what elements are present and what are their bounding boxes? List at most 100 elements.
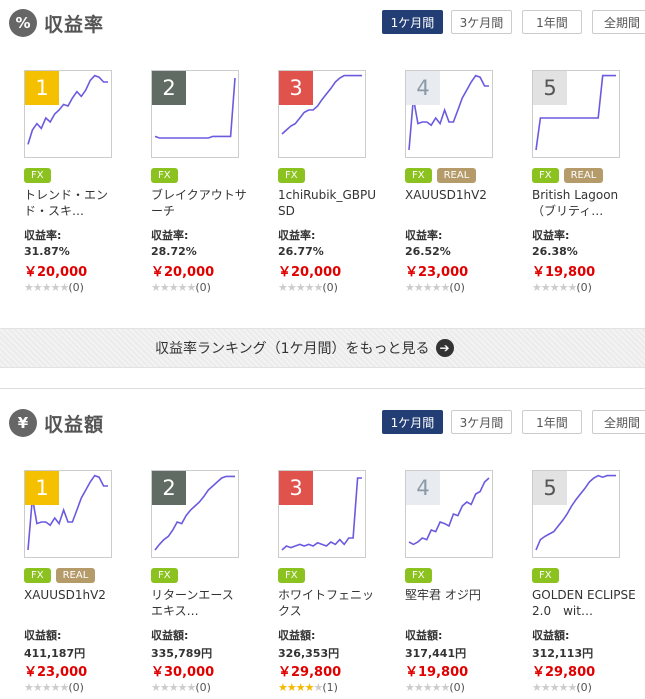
arrow-right-icon: ➔	[435, 339, 454, 357]
equity-chart[interactable]: 2	[151, 70, 239, 158]
metric-value: 28.72%	[151, 245, 197, 258]
yen-icon: ¥	[9, 409, 37, 437]
product-name[interactable]: 堅牢君 オジ円	[405, 587, 509, 621]
section-divider	[0, 388, 645, 389]
star-icon: ★	[286, 681, 297, 694]
product-badges: FX REAL	[24, 568, 96, 583]
star-icon: ★	[32, 681, 43, 694]
star-icon: ★	[295, 281, 306, 294]
metric-label: 収益率:	[405, 229, 443, 242]
product-name[interactable]: リターンエース エキス…	[151, 587, 255, 621]
product-name[interactable]: British Lagoon（ブリティ…	[532, 187, 636, 221]
product-name[interactable]: ブレイクアウトサーチ	[151, 187, 255, 221]
metric-label: 収益率:	[532, 229, 570, 242]
product-badges: FX	[151, 168, 178, 183]
fx-badge: FX	[278, 168, 305, 183]
review-count: (0)	[68, 281, 84, 294]
review-count: (0)	[576, 281, 592, 294]
metric-value: 26.38%	[532, 245, 578, 258]
rank-badge: 4	[406, 471, 440, 505]
real-badge: REAL	[55, 568, 96, 583]
fx-badge: FX	[151, 568, 178, 583]
product-name[interactable]: XAUUSD1hV2	[405, 187, 509, 221]
star-icon: ★	[422, 281, 433, 294]
star-icon: ★	[177, 681, 188, 694]
star-icon: ★	[32, 281, 43, 294]
product-price: ￥23,000	[405, 265, 469, 280]
equity-chart[interactable]: 3	[278, 470, 366, 558]
review-count: (0)	[195, 681, 211, 694]
equity-chart[interactable]: 4	[405, 70, 493, 158]
tab-1-month[interactable]: 1ケ月間	[382, 10, 443, 34]
star-icon: ★	[540, 681, 551, 694]
star-icon: ★	[532, 281, 542, 294]
product-badges: FX	[278, 168, 305, 183]
equity-chart[interactable]: 4	[405, 470, 493, 558]
equity-chart[interactable]: 2	[151, 470, 239, 558]
equity-chart[interactable]: 5	[532, 70, 620, 158]
star-icon: ★	[50, 281, 61, 294]
star-icon: ★	[304, 281, 315, 294]
star-icon: ★	[168, 681, 179, 694]
star-icons: ★★★★★	[405, 281, 450, 294]
rate-section-header: % 収益率 1ケ月間 3ケ月間 1年間 全期間	[0, 0, 645, 46]
star-icon: ★	[24, 681, 34, 694]
star-icons: ★★★★★	[24, 681, 69, 694]
product-name[interactable]: 1chiRubik_GBPUSD	[278, 187, 382, 221]
star-icon: ★	[532, 681, 542, 694]
metric-label: 収益額:	[278, 629, 316, 642]
star-icon: ★	[549, 281, 560, 294]
star-icon: ★	[151, 281, 161, 294]
product-price: ￥20,000	[151, 265, 215, 280]
tab-1-year[interactable]: 1年間	[522, 10, 582, 34]
metric-label: 収益額:	[405, 629, 443, 642]
star-icon: ★	[159, 681, 170, 694]
tab-all-time[interactable]: 全期間	[592, 10, 645, 34]
star-icon: ★	[24, 281, 34, 294]
equity-chart[interactable]: 3	[278, 70, 366, 158]
review-count: (1)	[322, 681, 338, 694]
rank-badge: 3	[279, 71, 313, 105]
star-rating: ★★★★★(0)	[532, 681, 592, 694]
product-name[interactable]: トレンド・エンド・スキ…	[24, 187, 128, 221]
product-badges: FX	[405, 568, 432, 583]
star-icon: ★	[177, 281, 188, 294]
section-title: 収益額	[44, 414, 105, 436]
real-badge: REAL	[563, 168, 604, 183]
star-icons: ★★★★★	[532, 681, 577, 694]
equity-chart[interactable]: 1	[24, 470, 112, 558]
fx-badge: FX	[151, 168, 178, 183]
star-icon: ★	[558, 681, 569, 694]
tab-1-year[interactable]: 1年間	[522, 410, 582, 434]
equity-chart[interactable]: 1	[24, 70, 112, 158]
star-icon: ★	[278, 681, 288, 694]
amount-section-header: ¥ 収益額 1ケ月間 3ケ月間 1年間 全期間	[0, 400, 645, 446]
product-name[interactable]: ホワイトフェニックス	[278, 587, 382, 621]
rank-badge: 5	[533, 471, 567, 505]
product-price: ￥20,000	[24, 265, 88, 280]
tab-3-months[interactable]: 3ケ月間	[451, 410, 512, 434]
fx-badge: FX	[532, 168, 559, 183]
product-price: ￥29,800	[532, 665, 596, 680]
fx-badge: FX	[405, 168, 432, 183]
product-name[interactable]: GOLDEN ECLIPSE2.0 wit…	[532, 587, 636, 621]
star-icon: ★	[304, 681, 315, 694]
review-count: (0)	[195, 281, 211, 294]
fx-badge: FX	[405, 568, 432, 583]
tab-3-months[interactable]: 3ケ月間	[451, 10, 512, 34]
star-icon: ★	[295, 681, 306, 694]
star-icon: ★	[413, 681, 424, 694]
equity-chart[interactable]: 5	[532, 470, 620, 558]
star-icons: ★★★★★	[151, 681, 196, 694]
review-count: (0)	[449, 681, 465, 694]
star-icon: ★	[50, 681, 61, 694]
more-ranking-link[interactable]: 収益率ランキング（1ケ月間）をもっと見る ➔	[155, 338, 454, 358]
tab-1-month[interactable]: 1ケ月間	[382, 410, 443, 434]
star-icon: ★	[286, 281, 297, 294]
review-count: (0)	[68, 681, 84, 694]
product-name[interactable]: XAUUSD1hV2	[24, 587, 128, 621]
percent-icon: %	[9, 9, 37, 37]
product-badges: FX	[278, 568, 305, 583]
tab-all-time[interactable]: 全期間	[592, 410, 645, 434]
metric-value: 31.87%	[24, 245, 70, 258]
